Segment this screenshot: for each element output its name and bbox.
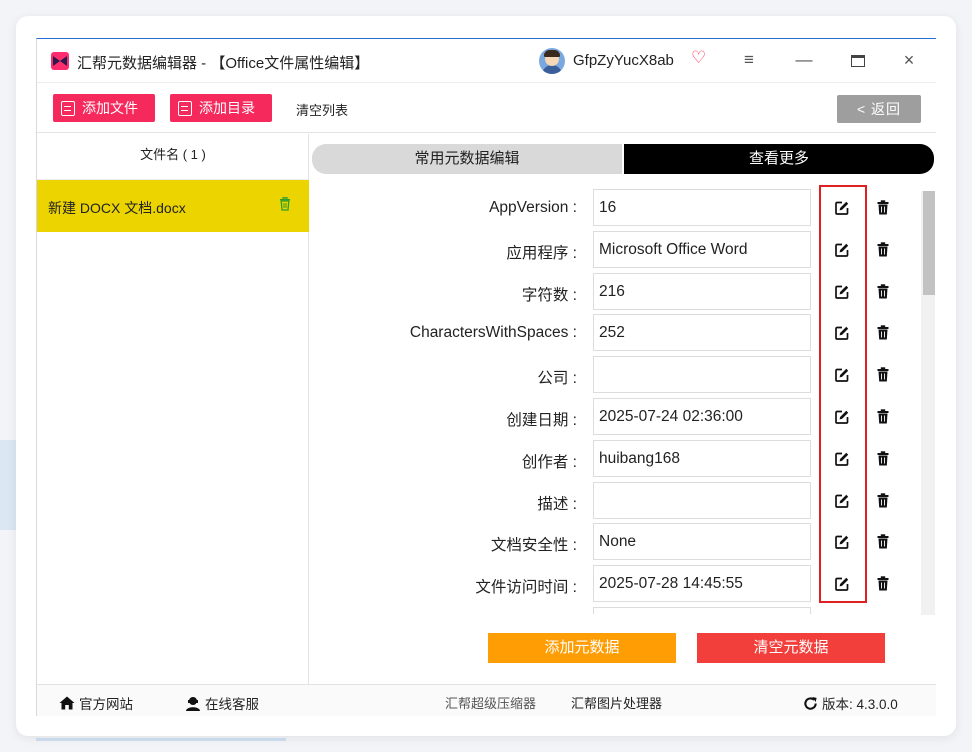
metadata-label: AppVersion :	[489, 199, 577, 216]
trash-icon[interactable]	[877, 242, 889, 257]
file-list-item[interactable]: 新建 DOCX 文档.docx	[37, 180, 309, 232]
tab-view-more[interactable]: 查看更多	[624, 144, 934, 174]
trash-icon[interactable]	[877, 534, 889, 549]
metadata-value-field[interactable]	[593, 481, 811, 519]
background-line	[36, 738, 286, 741]
title-bar: 汇帮元数据编辑器 - 【Office文件属性编辑】 GfpZyYucX8ab ♡…	[37, 39, 936, 83]
online-service-link[interactable]: 在线客服	[185, 693, 259, 713]
metadata-value-field[interactable]: 252	[593, 314, 811, 352]
metadata-label: 创建日期 :	[506, 412, 577, 429]
footer-bar: 官方网站 在线客服 汇帮超级压缩器 汇帮图片处理器 版本: 4.3.0.0	[37, 684, 936, 716]
trash-icon[interactable]	[877, 200, 889, 215]
metadata-label: 文档安全性 :	[490, 537, 577, 555]
hamburger-icon[interactable]: ≡	[734, 47, 764, 73]
heart-vip-icon[interactable]: ♡	[691, 48, 706, 68]
metadata-label: 描述 :	[537, 495, 577, 513]
back-button[interactable]: < 返回	[837, 95, 921, 123]
minimize-icon[interactable]: —	[789, 47, 819, 73]
metadata-label: 文件访问时间 :	[475, 579, 577, 597]
home-icon	[59, 696, 75, 710]
maximize-icon[interactable]	[843, 47, 873, 73]
metadata-label: 创作者 :	[521, 453, 577, 471]
trash-icon[interactable]	[877, 283, 889, 299]
folder-add-icon	[178, 100, 192, 116]
metadata-value-field[interactable]: Microsoft Office Word	[593, 230, 811, 268]
version-info[interactable]: 版本: 4.3.0.0	[803, 693, 898, 713]
official-site-label: 官方网站	[79, 697, 133, 712]
metadata-label: CharactersWithSpaces :	[409, 324, 577, 342]
edit-column-highlight	[819, 185, 867, 603]
metadata-value-field[interactable]: huibang168	[593, 439, 811, 477]
online-service-label: 在线客服	[205, 697, 259, 712]
metadata-value-field[interactable]: 216	[593, 272, 811, 310]
metadata-value-field[interactable]	[593, 356, 811, 394]
close-icon[interactable]: ×	[894, 47, 924, 73]
metadata-value-field[interactable]: 2025-07-24 02:36:00	[593, 398, 811, 435]
file-list-icon	[61, 100, 75, 116]
user-support-icon	[186, 696, 200, 711]
toolbar: 添加文件 添加目录 清空列表 < 返回	[37, 83, 936, 133]
trash-icon[interactable]	[877, 409, 889, 424]
metadata-label: 字符数 :	[521, 286, 577, 304]
official-site-link[interactable]: 官方网站	[59, 693, 133, 713]
refresh-icon	[804, 696, 817, 710]
trash-icon[interactable]	[877, 576, 889, 591]
tab-common-metadata[interactable]: 常用元数据编辑	[312, 144, 622, 174]
trash-icon[interactable]	[279, 197, 291, 211]
metadata-value-field[interactable]: None	[593, 523, 811, 561]
app-window: 汇帮元数据编辑器 - 【Office文件属性编辑】 GfpZyYucX8ab ♡…	[36, 38, 936, 716]
image-processor-link[interactable]: 汇帮图片处理器	[571, 693, 662, 712]
trash-icon[interactable]	[877, 492, 889, 508]
add-file-button[interactable]: 添加文件	[53, 94, 155, 122]
version-label: 版本: 4.3.0.0	[822, 697, 898, 712]
username-label[interactable]: GfpZyYucX8ab	[573, 52, 674, 69]
window-title: 汇帮元数据编辑器 - 【Office文件属性编辑】	[77, 55, 370, 72]
file-name: 新建 DOCX 文档.docx	[48, 200, 186, 216]
metadata-value-field[interactable]: 2025-07-28 14:45:55	[593, 565, 811, 603]
clear-metadata-button[interactable]: 清空元数据	[697, 633, 885, 663]
metadata-value-field[interactable]	[593, 607, 811, 614]
trash-icon[interactable]	[877, 325, 889, 340]
add-file-label: 添加文件	[82, 100, 138, 116]
file-list-panel: 文件名 ( 1 ) 新建 DOCX 文档.docx	[37, 134, 309, 684]
scrollbar-thumb[interactable]	[923, 191, 935, 295]
add-directory-button[interactable]: 添加目录	[170, 94, 272, 122]
add-metadata-button[interactable]: 添加元数据	[488, 633, 676, 663]
metadata-row	[317, 607, 917, 614]
trash-icon[interactable]	[877, 367, 889, 382]
user-avatar[interactable]	[539, 48, 565, 74]
compressor-link[interactable]: 汇帮超级压缩器	[445, 693, 536, 712]
file-list-header: 文件名 ( 1 )	[37, 134, 309, 180]
app-logo-icon	[51, 52, 69, 70]
metadata-label: 应用程序 :	[506, 244, 577, 262]
add-directory-label: 添加目录	[199, 100, 255, 116]
clear-list-button[interactable]: 清空列表	[296, 100, 348, 119]
trash-icon[interactable]	[877, 451, 889, 466]
metadata-label: 公司 :	[537, 370, 577, 388]
metadata-value-field[interactable]: 16	[593, 189, 811, 226]
